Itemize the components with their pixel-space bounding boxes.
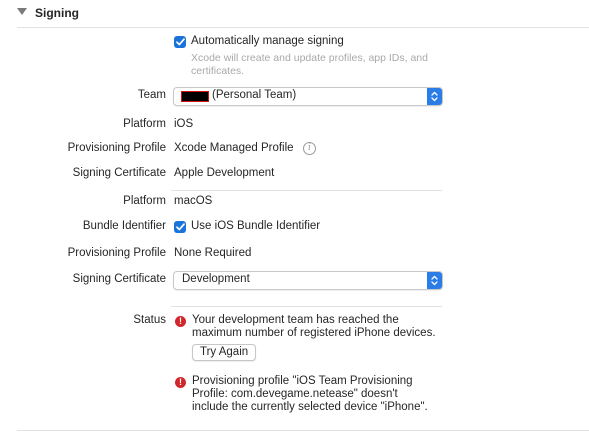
ios-signing-certificate-value: Apple Development <box>174 167 275 179</box>
ios-platform-value: iOS <box>174 118 194 130</box>
section-title: Signing <box>35 6 79 20</box>
chevron-updown-icon <box>427 272 442 289</box>
use-ios-bundle-identifier-label[interactable]: Use iOS Bundle Identifier <box>191 220 320 232</box>
error-icon: ! <box>175 377 186 388</box>
status-divider <box>171 306 442 307</box>
auto-manage-signing-label[interactable]: Automatically manage signing <box>191 35 344 47</box>
team-popup-value: (Personal Team) <box>212 89 297 101</box>
ios-platform-label: Platform <box>123 118 166 130</box>
auto-signing-subtext-line2: certificates. <box>191 65 245 77</box>
macos-platform-label: Platform <box>123 195 166 207</box>
info-icon[interactable]: i <box>303 142 316 155</box>
ios-signing-certificate-label: Signing Certificate <box>72 167 166 179</box>
signing-certificate-popup-value: Development <box>182 273 250 285</box>
auto-signing-subtext-line1: Xcode will create and update profiles, a… <box>191 52 428 64</box>
section-divider <box>17 27 589 28</box>
auto-manage-signing-checkbox[interactable] <box>174 36 186 48</box>
team-label: Team <box>137 89 166 101</box>
redacted-team-name <box>181 91 209 102</box>
macos-platform-value: macOS <box>174 195 213 207</box>
use-ios-bundle-identifier-checkbox[interactable] <box>174 221 186 233</box>
error2-message-line2: Profile: com.devegame.netease" doesn't <box>192 388 398 400</box>
checkmark-icon <box>175 38 185 46</box>
platform-divider <box>171 190 442 191</box>
try-again-button[interactable]: Try Again <box>192 344 257 361</box>
macos-signing-certificate-label: Signing Certificate <box>72 273 166 285</box>
disclosure-triangle-icon[interactable] <box>17 8 27 15</box>
signing-certificate-popup[interactable]: Development <box>173 271 443 290</box>
team-popup[interactable]: (Personal Team) <box>173 87 443 106</box>
checkmark-icon <box>175 223 185 231</box>
status-label: Status <box>133 314 166 326</box>
ios-provisioning-profile-label: Provisioning Profile <box>67 142 166 154</box>
ios-provisioning-profile-value: Xcode Managed Profile <box>174 142 294 154</box>
error2-message-line1: Provisioning profile "iOS Team Provision… <box>192 375 413 387</box>
bundle-identifier-label: Bundle Identifier <box>82 220 166 232</box>
error2-message-line3: include the currently selected device "i… <box>192 401 428 413</box>
section-bottom-divider <box>17 430 589 431</box>
error-message-line2: maximum number of registered iPhone devi… <box>192 327 436 339</box>
macos-provisioning-profile-label: Provisioning Profile <box>67 247 166 259</box>
error-message-line1: Your development team has reached the <box>192 314 399 326</box>
chevron-updown-icon <box>427 88 442 105</box>
signing-section-header[interactable]: Signing <box>0 0 589 28</box>
macos-provisioning-profile-value: None Required <box>174 247 252 259</box>
error-icon: ! <box>175 316 186 327</box>
